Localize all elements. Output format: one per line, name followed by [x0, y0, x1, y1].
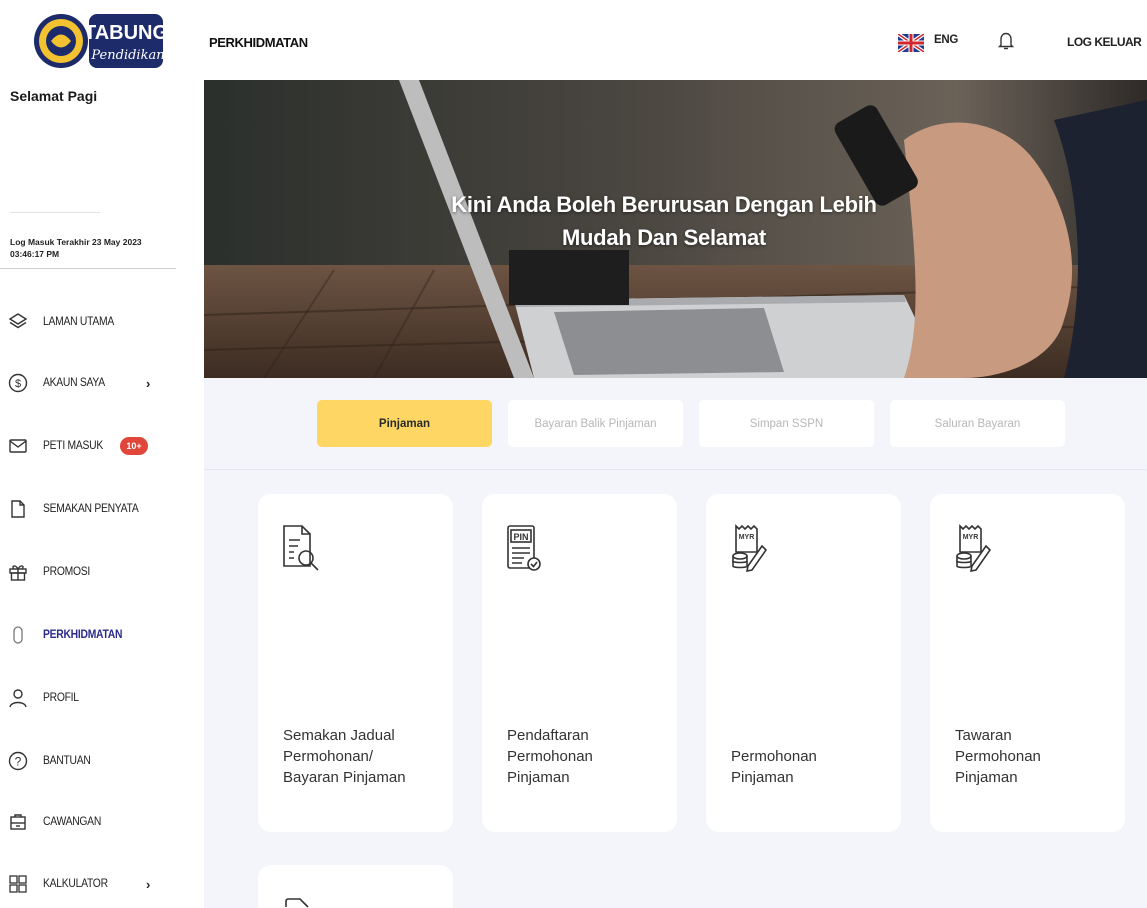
- card-title: Semakan Jadual Permohonan/ Bayaran Pinja…: [283, 727, 406, 786]
- unread-badge: 10+: [120, 437, 148, 455]
- sidebar: TABUNG Pendidikan Selamat Pagi Log Masuk…: [0, 0, 180, 908]
- logout-button[interactable]: LOG KELUAR: [1067, 35, 1142, 49]
- chevron-right-icon: ›: [146, 375, 151, 391]
- service-card-pendaftaran[interactable]: PIN Pendaftaran Permohonan Pinjaman: [482, 494, 677, 832]
- sidebar-item-label: PROMOSI: [43, 566, 90, 578]
- sidebar-item-label: BANTUAN: [43, 755, 91, 767]
- greeting: Selamat Pagi: [10, 88, 98, 104]
- user-icon: [7, 687, 29, 709]
- card-title: Tawaran Permohonan Pinjaman: [955, 727, 1041, 786]
- sidebar-item-label: PETI MASUK: [43, 440, 103, 452]
- sidebar-item-cawangan[interactable]: CAWANGAN: [0, 802, 178, 842]
- logo-script: Pendidikan: [90, 48, 164, 63]
- svg-text:MYR: MYR: [963, 534, 979, 541]
- dollar-circle-icon: $: [7, 372, 29, 394]
- sidebar-item-label: CAWANGAN: [43, 816, 102, 828]
- help-circle-icon: ?: [7, 750, 29, 772]
- chevron-right-icon: ›: [146, 876, 151, 892]
- document-search-icon: [283, 525, 319, 571]
- tab-saluran-bayaran[interactable]: Saluran Bayaran: [890, 400, 1065, 447]
- document-icon: [7, 498, 29, 520]
- myr-receipt-icon: MYR: [956, 524, 992, 573]
- tab-bayaran-balik-pinjaman[interactable]: Bayaran Balik Pinjaman: [508, 400, 683, 447]
- tab-pinjaman[interactable]: Pinjaman: [317, 400, 492, 447]
- capsule-icon: [7, 624, 29, 646]
- sidebar-item-label: SEMAKAN PENYATA: [43, 503, 139, 515]
- service-card-partial[interactable]: [258, 865, 453, 908]
- sidebar-item-label: PERKHIDMATAN: [43, 629, 123, 641]
- last-login-text: Log Masuk Terakhir 23 May 2023 03:46:17 …: [10, 237, 142, 259]
- sidebar-item-akaun-saya[interactable]: $ AKAUN SAYA ›: [0, 363, 178, 403]
- calculator-icon: [7, 873, 29, 895]
- tab-simpan-sspn[interactable]: Simpan SSPN: [699, 400, 874, 447]
- hero-headline-line-2: Mudah Dan Selamat: [562, 225, 766, 250]
- myr-receipt-icon: MYR: [732, 524, 768, 573]
- sidebar-item-label: LAMAN UTAMA: [43, 316, 115, 328]
- service-tabs: Pinjaman Bayaran Balik Pinjaman Simpan S…: [204, 378, 1147, 470]
- greeting-divider: [10, 212, 100, 213]
- bell-icon[interactable]: [997, 31, 1015, 51]
- card-title: Permohonan Pinjaman: [731, 748, 817, 786]
- top-bar: PERKHIDMATAN ENG LOG KELUAR: [180, 0, 1147, 80]
- language-toggle[interactable]: ENG: [934, 34, 958, 46]
- sidebar-item-label: KALKULATOR: [43, 878, 108, 890]
- sidebar-item-promosi[interactable]: PROMOSI: [0, 552, 178, 592]
- sidebar-divider: [0, 268, 176, 269]
- page-title: PERKHIDMATAN: [209, 35, 308, 50]
- sidebar-item-laman-utama[interactable]: LAMAN UTAMA: [0, 302, 178, 342]
- hero-headline: Kini Anda Boleh Berurusan Dengan Lebih M…: [404, 188, 924, 254]
- svg-text:$: $: [15, 378, 21, 390]
- sidebar-item-semakan-penyata[interactable]: SEMAKAN PENYATA: [0, 489, 178, 529]
- gift-icon: [7, 561, 29, 583]
- pin-document-icon: PIN: [507, 525, 541, 571]
- hero-banner: Kini Anda Boleh Berurusan Dengan Lebih M…: [204, 80, 1147, 378]
- sidebar-item-label: PROFIL: [43, 692, 79, 704]
- sidebar-item-perkhidmatan[interactable]: PERKHIDMATAN: [0, 615, 178, 655]
- card-title: Pendaftaran Permohonan Pinjaman: [507, 727, 593, 786]
- svg-text:MYR: MYR: [739, 534, 755, 541]
- services-content: Pinjaman Bayaran Balik Pinjaman Simpan S…: [204, 378, 1147, 908]
- logo-word: TABUNG: [84, 22, 165, 44]
- service-card-semakan-jadual[interactable]: Semakan Jadual Permohonan/ Bayaran Pinja…: [258, 494, 453, 832]
- service-card-tawaran[interactable]: MYR Tawaran Permohonan Pinjaman: [930, 494, 1125, 832]
- sidebar-item-label: AKAUN SAYA: [43, 377, 105, 389]
- sidebar-item-peti-masuk[interactable]: PETI MASUK 10+: [0, 426, 178, 466]
- branch-icon: [7, 811, 29, 833]
- tabung-pendidikan-logo[interactable]: TABUNG Pendidikan: [33, 8, 165, 74]
- hero-headline-line-1: Kini Anda Boleh Berurusan Dengan Lebih: [451, 192, 877, 217]
- sidebar-item-profil[interactable]: PROFIL: [0, 678, 178, 718]
- uk-flag-icon[interactable]: [898, 34, 924, 52]
- document-icon: [285, 898, 309, 908]
- sidebar-item-bantuan[interactable]: ? BANTUAN: [0, 741, 178, 781]
- svg-text:PIN: PIN: [513, 532, 528, 542]
- service-card-permohonan[interactable]: MYR Permohonan Pinjaman: [706, 494, 901, 832]
- layers-icon: [7, 311, 29, 333]
- svg-text:?: ?: [15, 755, 22, 769]
- sidebar-item-kalkulator[interactable]: KALKULATOR ›: [0, 864, 178, 904]
- envelope-icon: [7, 435, 29, 457]
